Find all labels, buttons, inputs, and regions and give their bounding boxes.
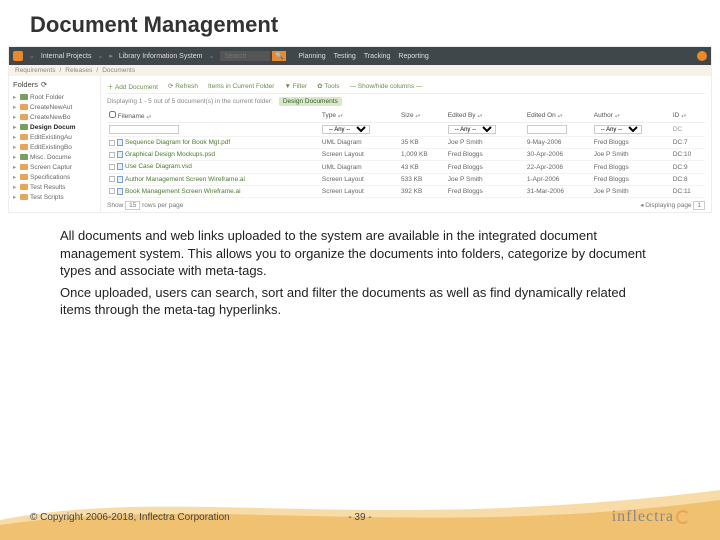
- column-header[interactable]: Size ▴▾: [399, 109, 446, 123]
- showhide-columns[interactable]: — Show/hide columns —: [349, 83, 422, 90]
- folder-icon: [20, 134, 28, 140]
- crumb[interactable]: Releases: [65, 67, 92, 74]
- column-header[interactable]: ID ▴▾: [671, 109, 705, 123]
- chevron-down-icon[interactable]: ⌄: [97, 52, 103, 60]
- folder-icon: [20, 124, 28, 130]
- app-screenshot: ⌄ Internal Projects ⌄ ▸ Library Informat…: [8, 46, 712, 213]
- main-panel: ＋ Add Document ⟳ Refresh Items in Curren…: [101, 76, 711, 212]
- sidebar-header: Folders ⟳: [13, 80, 96, 89]
- search-input[interactable]: [220, 51, 270, 61]
- folder-icon: [20, 184, 28, 190]
- folder-icon: [20, 144, 28, 150]
- folder-chip: Design Documents: [279, 97, 342, 106]
- add-document-button[interactable]: ＋ Add Document: [107, 81, 158, 91]
- footer: © Copyright 2006-2018, Inflectra Corpora…: [30, 508, 690, 526]
- column-header[interactable]: Edited On ▴▾: [525, 109, 592, 123]
- project-name[interactable]: Library Information System: [119, 53, 203, 60]
- rows-per-page[interactable]: 15: [125, 201, 140, 210]
- sidebar-item[interactable]: ▸Design Docum: [13, 122, 96, 132]
- file-icon: [117, 176, 123, 183]
- table-row[interactable]: Book Management Screen Wireframe.aiScree…: [107, 185, 705, 197]
- folder-icon: [20, 104, 28, 110]
- brand-logo: inflectra: [612, 508, 690, 526]
- chevron-down-icon[interactable]: ⌄: [209, 52, 215, 60]
- sidebar-item[interactable]: ▸EditExistingAu: [13, 132, 96, 142]
- documents-table: Filename ▴▾Type ▴▾Size ▴▾Edited By ▴▾Edi…: [107, 109, 705, 198]
- tools-button[interactable]: ✿ Tools: [317, 82, 339, 90]
- slide-title: Document Management: [0, 0, 720, 46]
- avatar[interactable]: [697, 51, 707, 61]
- toolbar: ＋ Add Document ⟳ Refresh Items in Curren…: [107, 79, 705, 94]
- crumb[interactable]: Documents: [102, 67, 135, 74]
- sidebar-item[interactable]: ▸Test Results: [13, 182, 96, 192]
- project-group[interactable]: Internal Projects: [41, 53, 92, 60]
- table-row[interactable]: Sequence Diagram for Book Mgt.pdfUML Dia…: [107, 137, 705, 149]
- table-row[interactable]: Author Management Screen Wireframe.aiScr…: [107, 173, 705, 185]
- refresh-icon[interactable]: ⟳: [41, 80, 47, 89]
- crumb[interactable]: Requirements: [15, 67, 55, 74]
- search-button[interactable]: 🔍: [272, 51, 286, 61]
- nav-testing[interactable]: Testing: [334, 53, 356, 60]
- refresh-button[interactable]: ⟳ Refresh: [168, 82, 198, 90]
- folder-icon: [20, 94, 28, 100]
- table-row[interactable]: Graphical Design Mockups.psdScreen Layou…: [107, 149, 705, 161]
- sidebar-item[interactable]: ▸EditExistingBo: [13, 142, 96, 152]
- chevron-down-icon[interactable]: ⌄: [29, 52, 35, 60]
- filter-button[interactable]: ▼ Filter: [284, 83, 307, 90]
- nav-tracking[interactable]: Tracking: [364, 53, 391, 60]
- app-logo-icon: [13, 51, 23, 61]
- sidebar-item[interactable]: ▸Misc. Docume: [13, 152, 96, 162]
- folder-icon: [20, 164, 28, 170]
- breadcrumb: Requirements / Releases / Documents: [9, 65, 711, 76]
- sidebar-item[interactable]: ▸Screen Captur: [13, 162, 96, 172]
- description: All documents and web links uploaded to …: [0, 213, 720, 319]
- folder-icon: [20, 114, 28, 120]
- filter-type[interactable]: -- Any --: [322, 125, 370, 134]
- nav-reporting[interactable]: Reporting: [398, 53, 428, 60]
- sidebar-item[interactable]: ▸Specifications: [13, 172, 96, 182]
- file-icon: [117, 188, 123, 195]
- nav-planning[interactable]: Planning: [298, 53, 325, 60]
- column-header[interactable]: Author ▴▾: [592, 109, 671, 123]
- sidebar: Folders ⟳ ▸Root Folder▸CreateNewAut▸Crea…: [9, 76, 101, 212]
- file-icon: [117, 163, 123, 170]
- file-icon: [117, 151, 123, 158]
- status-bar: Displaying 1 - 5 out of 5 document(s) in…: [107, 94, 705, 109]
- search-box: 🔍: [220, 51, 286, 61]
- ring-icon: [676, 510, 690, 524]
- folder-icon: [20, 174, 28, 180]
- column-header[interactable]: Type ▴▾: [320, 109, 399, 123]
- sidebar-item[interactable]: ▸Test Scripts: [13, 192, 96, 202]
- sidebar-item[interactable]: ▸CreateNewAut: [13, 102, 96, 112]
- filter-editedby[interactable]: -- Any --: [448, 125, 496, 134]
- column-header[interactable]: Edited By ▴▾: [446, 109, 525, 123]
- folder-icon: [20, 194, 28, 200]
- topbar: ⌄ Internal Projects ⌄ ▸ Library Informat…: [9, 47, 711, 65]
- filter-author[interactable]: -- Any --: [594, 125, 642, 134]
- copyright: © Copyright 2006-2018, Inflectra Corpora…: [30, 512, 230, 523]
- pager: Show 15 rows per page ◂ Displaying page …: [107, 198, 705, 209]
- sidebar-item[interactable]: ▸CreateNewBo: [13, 112, 96, 122]
- column-header[interactable]: Filename ▴▾: [107, 109, 320, 123]
- page-input[interactable]: 1: [693, 201, 705, 210]
- table-row[interactable]: Use Case Diagram.vsdUML Diagram43 KBFred…: [107, 161, 705, 173]
- file-icon: [117, 139, 123, 146]
- page-number: - 39 -: [348, 512, 371, 523]
- folder-icon: [20, 154, 28, 160]
- scope-selector[interactable]: Items in Current Folder: [208, 83, 274, 90]
- sidebar-item[interactable]: ▸Root Folder: [13, 92, 96, 102]
